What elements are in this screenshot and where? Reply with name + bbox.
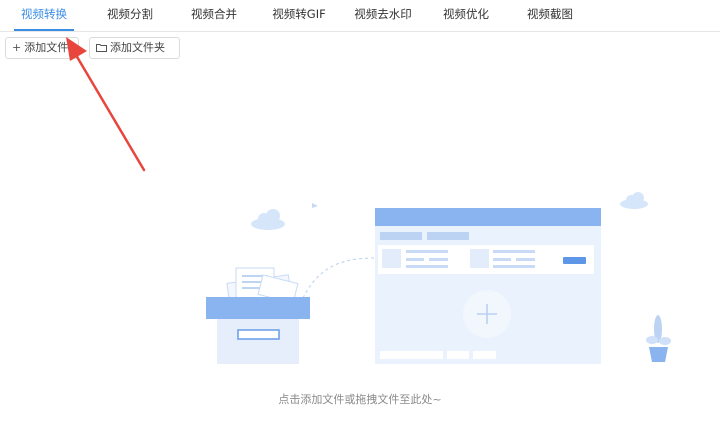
cloud-icon	[251, 209, 285, 230]
file-box-illustration	[206, 267, 310, 364]
plant-icon	[646, 315, 671, 362]
cloud-icon	[620, 192, 648, 209]
window-illustration	[375, 208, 601, 364]
drop-zone-hint: 点击添加文件或拖拽文件至此处~	[278, 393, 442, 406]
drop-zone-illustration[interactable]	[0, 0, 720, 442]
